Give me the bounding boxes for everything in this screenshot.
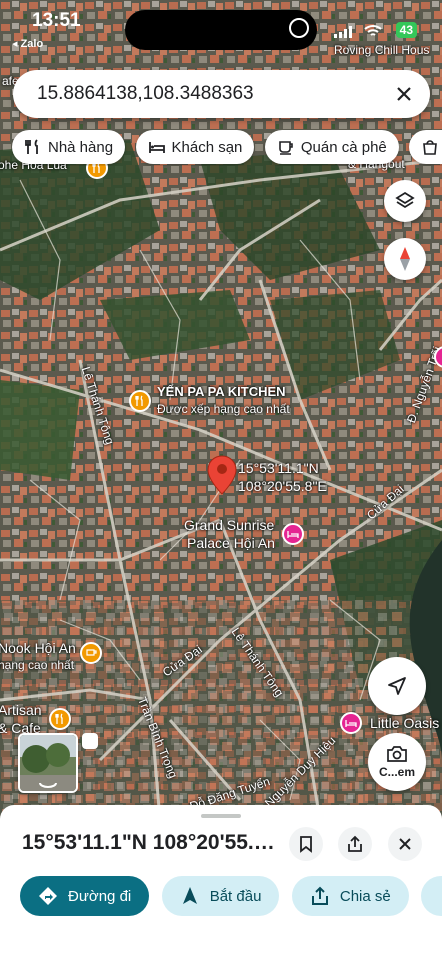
start-button[interactable]: Bắt đầu (161, 876, 280, 916)
share-button[interactable] (338, 827, 372, 861)
map-label-artisan[interactable]: Artisan (0, 702, 42, 718)
share-icon (311, 886, 328, 905)
map-label-grand-sunrise[interactable]: Grand Sunrise (184, 517, 274, 533)
bookmark-icon (300, 836, 312, 853)
chip-label: Khách sạn (171, 138, 243, 156)
close-sheet-button[interactable] (388, 827, 422, 861)
chip-label: Quán cà phê (300, 138, 387, 156)
chip-label: Nhà hàng (48, 138, 114, 156)
chip-cafes[interactable]: Quán cà phê (264, 130, 399, 164)
search-bar[interactable] (13, 70, 430, 118)
start-label: Bắt đầu (209, 887, 262, 905)
flag-button[interactable] (421, 876, 442, 916)
place-title: 15°53'11.1"N 108°20'55.8"E (22, 831, 284, 854)
action-buttons: Đường đi Bắt đầu Chia sẻ (20, 876, 442, 918)
compass-button[interactable] (384, 238, 426, 280)
directions-icon (39, 887, 57, 905)
map-label-nook-sub: hạng cao nhất (0, 658, 75, 672)
street-view-thumbnail[interactable] (18, 733, 78, 793)
save-button[interactable] (289, 827, 323, 861)
map-label-yen-pa-pa-sub: Được xếp hạng cao nhất (157, 402, 290, 416)
directions-button[interactable]: Đường đi (20, 876, 150, 916)
coordinate-label-lat: 15°53'11.1"N (238, 460, 319, 476)
back-to-app-link[interactable]: ◂ Zalo (12, 37, 43, 50)
wifi-icon (364, 25, 382, 36)
clear-search-icon[interactable] (392, 82, 416, 106)
my-location-button[interactable] (368, 657, 426, 715)
sheet-drag-handle[interactable] (201, 814, 241, 818)
chip-hotels[interactable]: Khách sạn (135, 130, 255, 164)
place-bottom-sheet: 15°53'11.1"N 108°20'55.8"E Đường đi Bắt … (0, 805, 442, 960)
map-label-grand-sunrise-2: Palace Hội An (187, 535, 275, 551)
camera-label: C...em (378, 765, 415, 779)
coffee-cup-icon (279, 141, 293, 155)
navigation-arrow-icon (182, 887, 197, 904)
hotel-poi-icon[interactable] (282, 523, 304, 545)
location-pin-icon[interactable] (207, 455, 237, 495)
status-bar: 13:51 ◂ Zalo 43 (0, 0, 442, 50)
chip-shopping[interactable]: M (409, 130, 442, 164)
coordinate-label-lng: 108°20'55.8"E (238, 478, 327, 494)
restaurant-poi-icon[interactable] (49, 708, 71, 730)
share-icon (348, 835, 362, 852)
record-icon (289, 18, 309, 38)
battery-indicator: 43 (395, 22, 417, 38)
status-time: 13:51 (32, 10, 81, 31)
directions-label: Đường đi (68, 887, 132, 905)
search-input[interactable] (35, 82, 379, 106)
compass-icon (400, 247, 410, 271)
share-label: Chia sẻ (339, 887, 391, 905)
shopping-bag-icon (423, 140, 438, 155)
map-label-yen-pa-pa[interactable]: YẾN PA PA KITCHEN (157, 384, 286, 399)
transit-icon[interactable] (82, 733, 98, 749)
fork-knife-icon (25, 139, 38, 154)
signal-icon (334, 26, 352, 38)
close-icon (399, 838, 411, 850)
category-chips: Nhà hàng Khách sạn Quán cà phê M (12, 130, 442, 166)
share-action-button[interactable]: Chia sẻ (291, 876, 409, 916)
chip-restaurants[interactable]: Nhà hàng (12, 130, 126, 164)
dynamic-island (125, 10, 317, 50)
restaurant-poi-icon[interactable] (129, 390, 151, 412)
hotel-poi-icon[interactable] (340, 712, 362, 734)
map-label-little-oasis[interactable]: Little Oasis (370, 715, 439, 731)
layers-icon (395, 191, 415, 209)
layers-button[interactable] (384, 180, 426, 222)
map-label-nook[interactable]: Nook Hội An (0, 640, 76, 656)
bed-icon (148, 142, 165, 153)
cafe-poi-icon[interactable] (80, 642, 102, 664)
navigation-arrow-icon (388, 677, 406, 695)
camera-search-button[interactable]: C...em (368, 733, 426, 791)
camera-icon (387, 746, 407, 762)
